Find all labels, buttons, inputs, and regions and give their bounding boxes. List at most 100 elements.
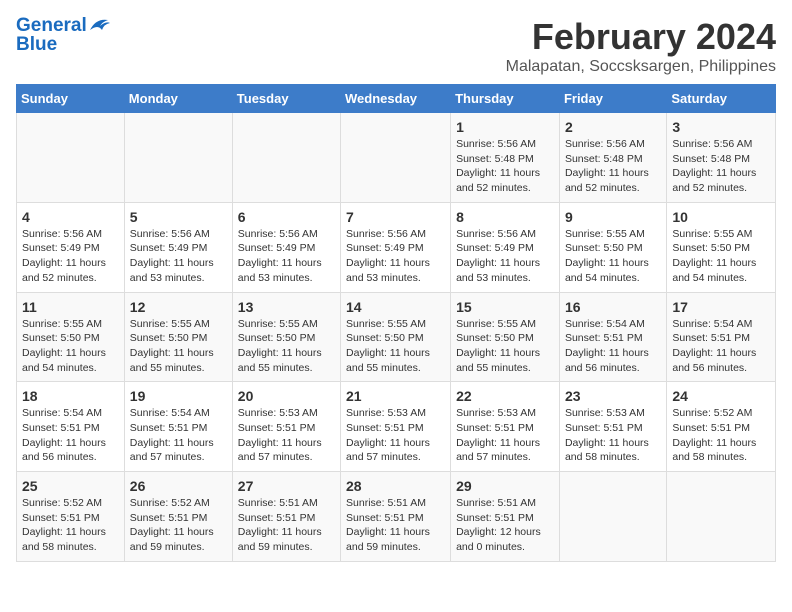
- calendar-cell: 19 Sunrise: 5:54 AM Sunset: 5:51 PM Dayli…: [124, 382, 232, 472]
- day-number: 11: [22, 299, 119, 315]
- calendar-week-row: 25Sunrise: 5:52 AM Sunset: 5:51 PM Dayli…: [17, 472, 776, 562]
- day-info: Sunrise: 5:56 AM Sunset: 5:49 PM Dayligh…: [456, 227, 554, 286]
- calendar-cell: 16 Sunrise: 5:54 AM Sunset: 5:51 PM Dayli…: [559, 292, 666, 382]
- day-info: Sunrise: 5:56 AM Sunset: 5:49 PM Dayligh…: [346, 227, 445, 286]
- logo: General Blue: [16, 16, 110, 54]
- calendar-cell: 10Sunrise: 5:55 AM Sunset: 5:50 PM Dayli…: [667, 202, 776, 292]
- title-block: February 2024 Malapatan, Soccsksargen, P…: [506, 16, 776, 76]
- day-number: 9: [565, 209, 661, 225]
- day-info: Sunrise: 5:51 AM Sunset: 5:51 PM Dayligh…: [346, 496, 445, 555]
- day-info: Sunrise: 5:53 AM Sunset: 5:51 PM Dayligh…: [238, 406, 335, 465]
- calendar-cell: 1 Sunrise: 5:56 AM Sunset: 5:48 PM Daylig…: [451, 113, 560, 203]
- calendar-cell: 29Sunrise: 5:51 AM Sunset: 5:51 PM Dayli…: [451, 472, 560, 562]
- calendar-cell: 26 Sunrise: 5:52 AM Sunset: 5:51 PM Dayli…: [124, 472, 232, 562]
- day-number: 21: [346, 388, 445, 404]
- calendar-cell: 15 Sunrise: 5:55 AM Sunset: 5:50 PM Dayli…: [451, 292, 560, 382]
- calendar-cell: [341, 113, 451, 203]
- day-info: Sunrise: 5:52 AM Sunset: 5:51 PM Dayligh…: [130, 496, 227, 555]
- day-info: Sunrise: 5:55 AM Sunset: 5:50 PM Dayligh…: [456, 317, 554, 376]
- day-info: Sunrise: 5:53 AM Sunset: 5:51 PM Dayligh…: [346, 406, 445, 465]
- calendar-cell: 4 Sunrise: 5:56 AM Sunset: 5:49 PM Daylig…: [17, 202, 125, 292]
- calendar-cell: 5 Sunrise: 5:56 AM Sunset: 5:49 PM Daylig…: [124, 202, 232, 292]
- weekday-header: Monday: [124, 85, 232, 113]
- day-number: 22: [456, 388, 554, 404]
- day-info: Sunrise: 5:55 AM Sunset: 5:50 PM Dayligh…: [22, 317, 119, 376]
- calendar-cell: 9 Sunrise: 5:55 AM Sunset: 5:50 PM Daylig…: [559, 202, 666, 292]
- calendar-cell: 11 Sunrise: 5:55 AM Sunset: 5:50 PM Dayli…: [17, 292, 125, 382]
- day-number: 4: [22, 209, 119, 225]
- calendar-table: SundayMondayTuesdayWednesdayThursdayFrid…: [16, 84, 776, 562]
- day-number: 13: [238, 299, 335, 315]
- day-number: 20: [238, 388, 335, 404]
- calendar-week-row: 18 Sunrise: 5:54 AM Sunset: 5:51 PM Dayli…: [17, 382, 776, 472]
- day-number: 23: [565, 388, 661, 404]
- day-info: Sunrise: 5:56 AM Sunset: 5:48 PM Dayligh…: [565, 137, 661, 196]
- day-info: Sunrise: 5:55 AM Sunset: 5:50 PM Dayligh…: [130, 317, 227, 376]
- day-info: Sunrise: 5:56 AM Sunset: 5:49 PM Dayligh…: [22, 227, 119, 286]
- day-number: 15: [456, 299, 554, 315]
- day-info: Sunrise: 5:54 AM Sunset: 5:51 PM Dayligh…: [22, 406, 119, 465]
- calendar-cell: 3 Sunrise: 5:56 AM Sunset: 5:48 PM Daylig…: [667, 113, 776, 203]
- calendar-cell: 22 Sunrise: 5:53 AM Sunset: 5:51 PM Dayli…: [451, 382, 560, 472]
- day-info: Sunrise: 5:51 AM Sunset: 5:51 PM Dayligh…: [238, 496, 335, 555]
- day-number: 14: [346, 299, 445, 315]
- day-info: Sunrise: 5:53 AM Sunset: 5:51 PM Dayligh…: [456, 406, 554, 465]
- weekday-header: Thursday: [451, 85, 560, 113]
- month-title: February 2024: [506, 16, 776, 58]
- calendar-cell: 13 Sunrise: 5:55 AM Sunset: 5:50 PM Dayli…: [232, 292, 340, 382]
- calendar-cell: 28 Sunrise: 5:51 AM Sunset: 5:51 PM Dayli…: [341, 472, 451, 562]
- day-number: 3: [672, 119, 770, 135]
- day-info: Sunrise: 5:56 AM Sunset: 5:48 PM Dayligh…: [456, 137, 554, 196]
- calendar-cell: 18 Sunrise: 5:54 AM Sunset: 5:51 PM Dayli…: [17, 382, 125, 472]
- calendar-week-row: 4 Sunrise: 5:56 AM Sunset: 5:49 PM Daylig…: [17, 202, 776, 292]
- day-info: Sunrise: 5:52 AM Sunset: 5:51 PM Dayligh…: [672, 406, 770, 465]
- calendar-cell: 7 Sunrise: 5:56 AM Sunset: 5:49 PM Daylig…: [341, 202, 451, 292]
- day-number: 17: [672, 299, 770, 315]
- calendar-cell: [124, 113, 232, 203]
- day-number: 26: [130, 478, 227, 494]
- weekday-header: Wednesday: [341, 85, 451, 113]
- calendar-cell: 23Sunrise: 5:53 AM Sunset: 5:51 PM Dayli…: [559, 382, 666, 472]
- calendar-cell: 12 Sunrise: 5:55 AM Sunset: 5:50 PM Dayli…: [124, 292, 232, 382]
- page-header: General Blue February 2024 Malapatan, So…: [16, 16, 776, 76]
- calendar-week-row: 11 Sunrise: 5:55 AM Sunset: 5:50 PM Dayli…: [17, 292, 776, 382]
- day-info: Sunrise: 5:56 AM Sunset: 5:49 PM Dayligh…: [130, 227, 227, 286]
- calendar-cell: 20 Sunrise: 5:53 AM Sunset: 5:51 PM Dayli…: [232, 382, 340, 472]
- calendar-week-row: 1 Sunrise: 5:56 AM Sunset: 5:48 PM Daylig…: [17, 113, 776, 203]
- day-number: 1: [456, 119, 554, 135]
- day-info: Sunrise: 5:55 AM Sunset: 5:50 PM Dayligh…: [565, 227, 661, 286]
- day-info: Sunrise: 5:55 AM Sunset: 5:50 PM Dayligh…: [346, 317, 445, 376]
- calendar-cell: 27Sunrise: 5:51 AM Sunset: 5:51 PM Dayli…: [232, 472, 340, 562]
- location: Malapatan, Soccsksargen, Philippines: [506, 58, 776, 76]
- calendar-cell: 2 Sunrise: 5:56 AM Sunset: 5:48 PM Daylig…: [559, 113, 666, 203]
- day-number: 16: [565, 299, 661, 315]
- calendar-cell: 24 Sunrise: 5:52 AM Sunset: 5:51 PM Dayli…: [667, 382, 776, 472]
- day-info: Sunrise: 5:54 AM Sunset: 5:51 PM Dayligh…: [130, 406, 227, 465]
- day-number: 2: [565, 119, 661, 135]
- weekday-header: Sunday: [17, 85, 125, 113]
- calendar-cell: [667, 472, 776, 562]
- day-info: Sunrise: 5:54 AM Sunset: 5:51 PM Dayligh…: [565, 317, 661, 376]
- calendar-cell: [17, 113, 125, 203]
- day-number: 19: [130, 388, 227, 404]
- day-number: 5: [130, 209, 227, 225]
- calendar-cell: 25Sunrise: 5:52 AM Sunset: 5:51 PM Dayli…: [17, 472, 125, 562]
- day-number: 12: [130, 299, 227, 315]
- calendar-cell: 8Sunrise: 5:56 AM Sunset: 5:49 PM Daylig…: [451, 202, 560, 292]
- day-info: Sunrise: 5:51 AM Sunset: 5:51 PM Dayligh…: [456, 496, 554, 555]
- logo-line2: Blue: [16, 35, 110, 54]
- calendar-cell: [559, 472, 666, 562]
- day-number: 28: [346, 478, 445, 494]
- day-info: Sunrise: 5:56 AM Sunset: 5:49 PM Dayligh…: [238, 227, 335, 286]
- day-number: 24: [672, 388, 770, 404]
- weekday-header: Saturday: [667, 85, 776, 113]
- day-info: Sunrise: 5:56 AM Sunset: 5:48 PM Dayligh…: [672, 137, 770, 196]
- day-info: Sunrise: 5:55 AM Sunset: 5:50 PM Dayligh…: [238, 317, 335, 376]
- calendar-cell: [232, 113, 340, 203]
- day-info: Sunrise: 5:52 AM Sunset: 5:51 PM Dayligh…: [22, 496, 119, 555]
- calendar-cell: 17Sunrise: 5:54 AM Sunset: 5:51 PM Dayli…: [667, 292, 776, 382]
- calendar-body: 1 Sunrise: 5:56 AM Sunset: 5:48 PM Daylig…: [17, 113, 776, 562]
- calendar-cell: 6Sunrise: 5:56 AM Sunset: 5:49 PM Daylig…: [232, 202, 340, 292]
- day-number: 18: [22, 388, 119, 404]
- day-number: 7: [346, 209, 445, 225]
